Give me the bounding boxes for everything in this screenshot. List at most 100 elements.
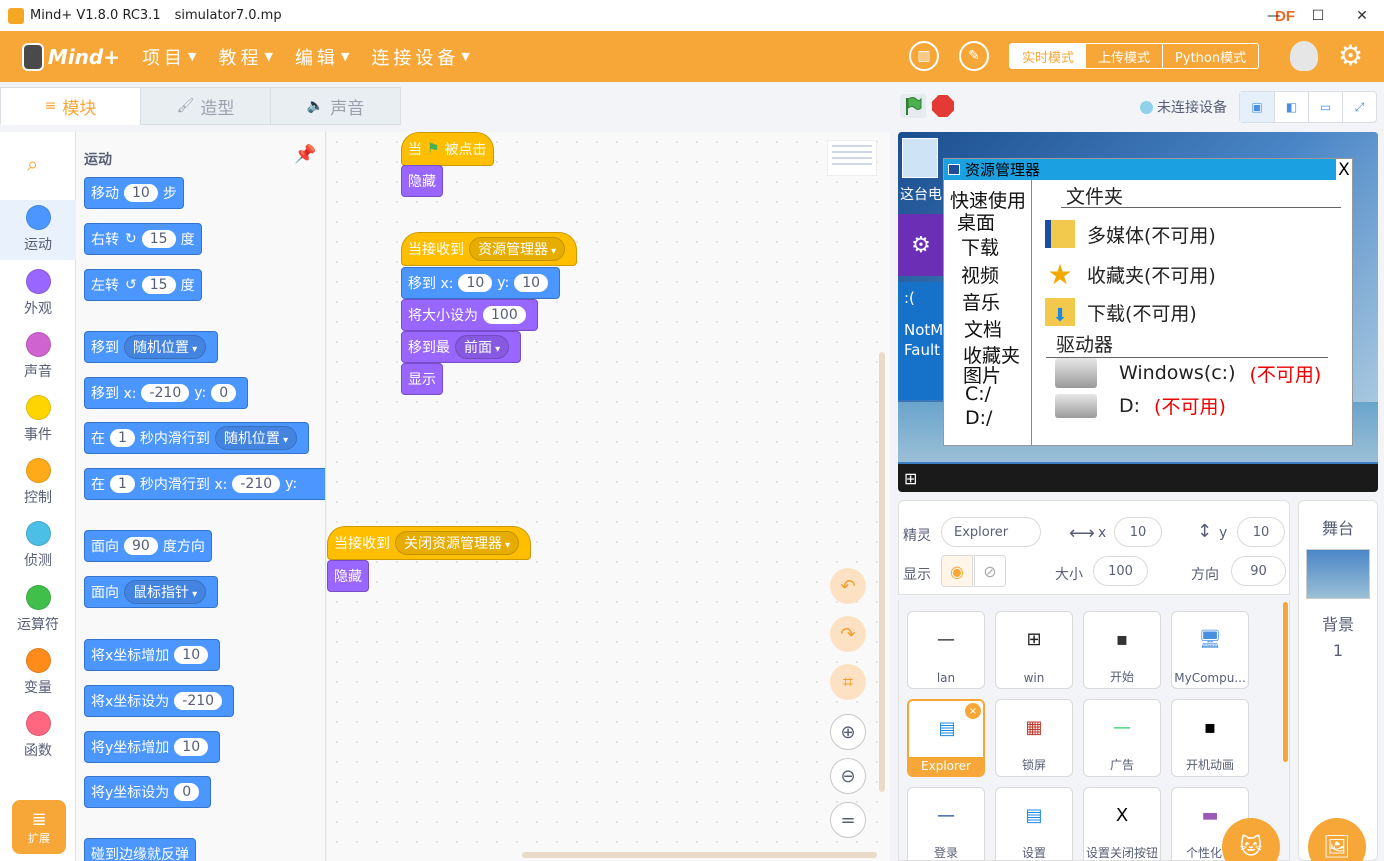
- move-steps-block[interactable]: 移动 10 步: [84, 177, 184, 209]
- category-4[interactable]: 控制: [0, 453, 76, 513]
- folder-item: 多媒体(不可用): [1045, 220, 1216, 248]
- eye-icon[interactable]: ◉: [941, 555, 973, 587]
- sprite-name-input[interactable]: Explorer: [941, 517, 1041, 547]
- search-icon[interactable]: ⌕: [27, 152, 38, 176]
- glide-block[interactable]: 在 1 秒内滑行到 随机位置: [84, 422, 310, 454]
- sprite-list: — lan ⊞ win ▪ 开始 🖥 MyCompu... ▤ Explorer × ▦ 锁屏 — 广告 ▪ 开…: [898, 600, 1290, 861]
- eye-off-icon[interactable]: ⊘: [974, 555, 1006, 587]
- set-x-block[interactable]: 将x坐标设为 -210: [84, 685, 235, 717]
- code-minimap[interactable]: [827, 140, 877, 176]
- undo-icon[interactable]: ↶: [830, 568, 866, 604]
- sprite-card[interactable]: X 设置关闭按钮: [1083, 787, 1161, 860]
- category-1[interactable]: 外观: [0, 264, 76, 324]
- crop-icon[interactable]: ⌗: [830, 664, 866, 700]
- when-receive-close-explorer-block[interactable]: 当接收到 关闭资源管理器: [327, 526, 532, 560]
- category-dot-icon: [25, 332, 51, 357]
- glide-xy-block[interactable]: 在 1 秒内滑行到 x: -210 y:: [84, 468, 325, 500]
- sprite-card[interactable]: — 广告: [1083, 699, 1161, 777]
- hide-block[interactable]: 隐藏: [401, 165, 443, 197]
- menu-edit[interactable]: 编辑 ▼: [295, 44, 349, 70]
- category-0[interactable]: 运动: [0, 200, 76, 260]
- green-flag-button[interactable]: [900, 94, 926, 118]
- sprite-card[interactable]: ▤ Explorer ×: [907, 699, 985, 777]
- python-mode-button[interactable]: Python模式: [1162, 44, 1258, 68]
- x-input[interactable]: 10: [1114, 517, 1162, 547]
- turn-right-block[interactable]: 右转 ↻ 15 度: [84, 223, 202, 255]
- point-direction-block[interactable]: 面向 90 度方向: [84, 530, 212, 562]
- sprite-card[interactable]: ▤ 设置: [995, 787, 1073, 860]
- zoom-in-icon[interactable]: ⊕: [830, 714, 866, 750]
- show-block[interactable]: 显示: [401, 363, 443, 395]
- tab-sounds[interactable]: 🔈 声音: [270, 87, 401, 125]
- point-towards-block[interactable]: 面向 鼠标指针: [84, 576, 219, 608]
- menu-project[interactable]: 项目 ▼: [142, 44, 196, 70]
- category-8[interactable]: 函数: [0, 706, 76, 766]
- turn-left-block[interactable]: 左转 ↺ 15 度: [84, 269, 202, 301]
- sprite-card[interactable]: 🖥 MyCompu...: [1171, 611, 1249, 689]
- backdrop-label: 背景: [1321, 615, 1354, 634]
- zoom-out-icon[interactable]: ⊖: [830, 758, 866, 794]
- goto-front-block[interactable]: 移到最 前面: [401, 331, 522, 363]
- sprite-list-scrollbar[interactable]: [1283, 602, 1288, 762]
- zoom-reset-icon[interactable]: =: [830, 802, 866, 838]
- gear-icon[interactable]: ⚙: [1338, 39, 1363, 72]
- app-title: Mind+ V1.8.0 RC3.1: [30, 8, 161, 23]
- tab-blocks[interactable]: ≡ 模块: [0, 87, 141, 125]
- small-stage-icon[interactable]: ▣: [1240, 92, 1274, 122]
- hide-stage-icon[interactable]: ▭: [1308, 92, 1342, 122]
- category-3[interactable]: 事件: [0, 390, 76, 450]
- bounce-block[interactable]: 碰到边缘就反弹: [84, 838, 196, 861]
- stop-button[interactable]: [932, 95, 954, 117]
- horizontal-scrollbar[interactable]: [522, 852, 877, 858]
- goto-xy-block[interactable]: 移到 x: 10 y: 10: [401, 267, 561, 299]
- blocks-icon: ≡: [44, 98, 57, 114]
- goto-xy-block[interactable]: 移到 x: -210 y: 0: [84, 377, 249, 409]
- vertical-scrollbar[interactable]: [879, 352, 885, 792]
- set-y-block[interactable]: 将y坐标设为 0: [84, 776, 212, 808]
- menu-connect-device[interactable]: 连接设备 ▼: [371, 44, 469, 70]
- close-window-button[interactable]: ✕: [1340, 0, 1384, 31]
- size-input[interactable]: 100: [1093, 556, 1148, 586]
- redo-icon[interactable]: ↷: [830, 616, 866, 652]
- change-y-block[interactable]: 将y坐标增加 10: [84, 731, 221, 763]
- change-x-block[interactable]: 将x坐标增加 10: [84, 639, 221, 671]
- sprite-card[interactable]: ▦ 锁屏: [995, 699, 1073, 777]
- goto-block[interactable]: 移到 随机位置: [84, 331, 219, 363]
- sprite-card[interactable]: — lan: [907, 611, 985, 689]
- code-area[interactable]: 当⚑被点击 隐藏 当接收到资源管理器 移到 x:10y:10 将大小设为100 …: [327, 132, 890, 861]
- delete-sprite-icon[interactable]: ×: [965, 703, 981, 719]
- category-7[interactable]: 变量: [0, 643, 76, 703]
- when-flag-clicked-block[interactable]: 当 ⚑ 被点击: [401, 132, 494, 166]
- extension-button[interactable]: ≣ 扩展: [12, 800, 66, 854]
- sprite-info-panel: 精灵 Explorer ⟷ x 10 ↕ y 10 显示 ◉ ⊘ 大小 100 …: [898, 500, 1290, 595]
- edit-icon[interactable]: ✎: [959, 41, 989, 71]
- stage-thumbnail[interactable]: [1306, 549, 1370, 599]
- hide-block[interactable]: 隐藏: [327, 560, 369, 592]
- user-avatar-icon[interactable]: [1290, 41, 1318, 71]
- category-2[interactable]: 声音: [0, 327, 76, 387]
- y-input[interactable]: 10: [1237, 517, 1285, 547]
- sprite-card[interactable]: ⊞ win: [995, 611, 1073, 689]
- category-6[interactable]: 运算符: [0, 580, 76, 640]
- direction-input[interactable]: 90: [1231, 556, 1286, 586]
- sprite-card[interactable]: ▪ 开机动画: [1171, 699, 1249, 777]
- chart-icon[interactable]: ▥: [909, 41, 939, 71]
- tab-costumes[interactable]: 🖌 造型: [140, 87, 271, 125]
- category-label: 运动: [24, 237, 52, 253]
- fullscreen-icon[interactable]: ⤢: [1342, 92, 1376, 122]
- maximize-button[interactable]: ☐: [1296, 0, 1340, 31]
- stage-panel[interactable]: 舞台 背景 1: [1298, 500, 1378, 861]
- sprite-card[interactable]: ▪ 开始: [1083, 611, 1161, 689]
- realtime-mode-button[interactable]: 实时模式: [1010, 44, 1087, 68]
- menu-tutorial[interactable]: 教程 ▼: [218, 44, 272, 70]
- set-size-block[interactable]: 将大小设为 100: [401, 299, 538, 331]
- upload-mode-button[interactable]: 上传模式: [1086, 44, 1162, 68]
- normal-stage-icon[interactable]: ◧: [1274, 92, 1308, 122]
- pin-icon[interactable]: 📌: [294, 144, 316, 165]
- category-5[interactable]: 侦测: [0, 516, 76, 576]
- when-receive-explorer-block[interactable]: 当接收到 资源管理器: [401, 232, 578, 266]
- category-dot-icon: [25, 521, 51, 546]
- minimize-button[interactable]: —: [1252, 0, 1296, 31]
- cat-icon: 🐱: [1239, 834, 1263, 860]
- sprite-card[interactable]: — 登录: [907, 787, 985, 860]
